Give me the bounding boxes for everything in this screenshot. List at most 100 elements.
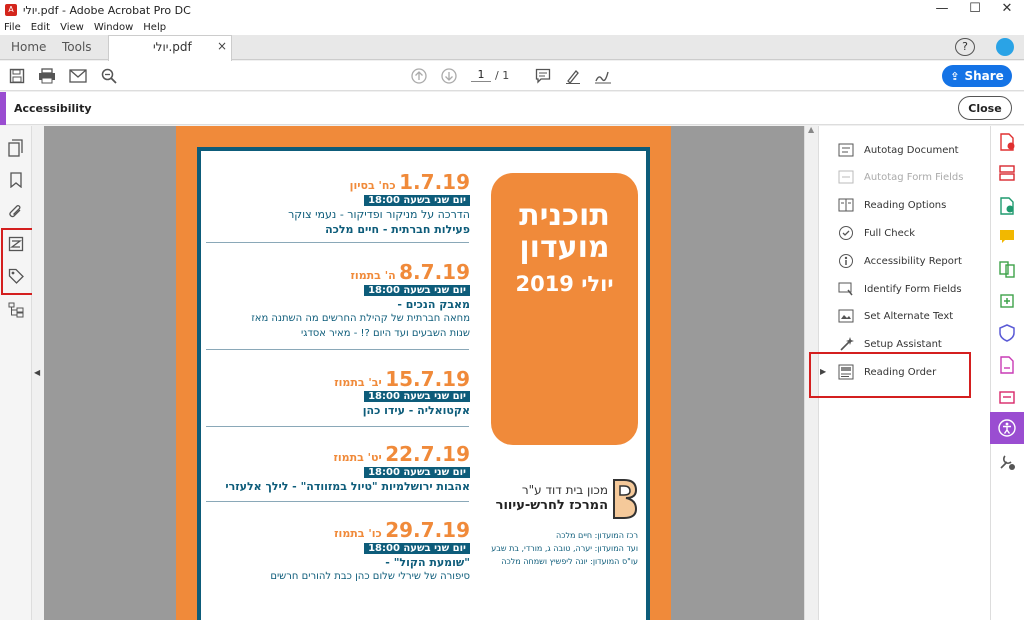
close-panel-button[interactable]: Close — [958, 96, 1012, 120]
credits-line2: ועד המועדון: יערה, טובה ג, מורדי, בת שבע — [491, 544, 638, 553]
tab-document-label: יולי.pdf — [153, 40, 192, 54]
accessibility-report-label: Accessibility Report — [864, 255, 962, 267]
pdf-title-line3: יולי 2019 — [515, 272, 614, 296]
event-1-hebrew-date: כח' בסיון — [349, 179, 396, 192]
event-1-header: 1.7.19 כח' בסיון — [240, 170, 470, 194]
accessibility-tool-active[interactable] — [990, 412, 1024, 444]
page-number-input[interactable]: 1 — [471, 68, 491, 82]
page-thumbnails-icon[interactable] — [6, 138, 26, 158]
set-alternate-text-label: Set Alternate Text — [864, 310, 954, 322]
panel-title: Accessibility — [14, 102, 92, 115]
event-4-time-row: יום שני בשעה 18:00 — [240, 465, 470, 478]
credits-line3: עו"ס המועדון: יונה ליפשיץ ושמחה מלכה — [501, 557, 638, 566]
event-4-date: 22.7.19 — [385, 442, 470, 466]
autotag-form-fields-item[interactable]: Autotag Form Fields — [836, 167, 963, 187]
attachments-icon[interactable] — [6, 202, 26, 222]
setup-assistant-item[interactable]: Setup Assistant — [836, 334, 942, 354]
check-circle-icon — [836, 225, 856, 241]
event-divider-3 — [206, 426, 469, 427]
event-4-header: 22.7.19 יט' בתמוז — [240, 442, 470, 466]
event-2-time: יום שני בשעה 18:00 — [364, 285, 470, 296]
combine-files-icon[interactable] — [996, 290, 1018, 312]
event-5-date: 29.7.19 — [385, 518, 470, 542]
event-3-date: 15.7.19 — [385, 367, 470, 391]
avatar[interactable] — [996, 38, 1014, 56]
event-divider-4 — [206, 501, 469, 502]
menu-view[interactable]: View — [60, 22, 84, 33]
accessibility-icon — [998, 419, 1016, 437]
save-icon[interactable] — [6, 65, 28, 87]
panel-color-bar — [0, 92, 6, 125]
identify-form-fields-item[interactable]: Identify Form Fields — [836, 279, 962, 299]
highlight-pen-icon[interactable] — [562, 65, 584, 87]
create-pdf-icon[interactable] — [996, 131, 1018, 153]
event-3-hebrew-date: יב' בתמוז — [334, 376, 382, 389]
accessibility-report-item[interactable]: Accessibility Report — [836, 251, 962, 271]
pdf-title-line2: מועדון — [519, 230, 610, 265]
reading-options-item[interactable]: Reading Options — [836, 195, 946, 215]
event-2-hebrew-date: ה' בתמוז — [350, 269, 396, 282]
event-5-time: יום שני בשעה 18:00 — [364, 543, 470, 554]
autotag-document-item[interactable]: Autotag Document — [836, 140, 959, 160]
tab-document[interactable]: יולי.pdf × — [108, 35, 232, 61]
more-tools-icon[interactable] — [996, 451, 1018, 473]
close-tab-icon[interactable]: × — [217, 39, 227, 53]
event-2-time-row: יום שני בשעה 18:00 — [240, 283, 470, 296]
full-check-label: Full Check — [864, 227, 916, 239]
autotag-form-icon — [836, 169, 856, 185]
stamp-tool-icon[interactable] — [996, 386, 1018, 408]
organize-pages-icon[interactable] — [996, 162, 1018, 184]
reading-options-icon — [836, 197, 856, 213]
event-5-line1: "שומעת הקול" - — [385, 556, 470, 569]
org-logo — [612, 478, 638, 520]
protect-shield-icon[interactable] — [996, 322, 1018, 344]
maximize-button[interactable]: ☐ — [958, 0, 992, 20]
previous-page-icon[interactable] — [408, 65, 430, 87]
event-5-time-row: יום שני בשעה 18:00 — [240, 541, 470, 554]
menu-edit[interactable]: Edit — [31, 22, 50, 33]
export-pdf-icon[interactable] — [996, 195, 1018, 217]
tab-home[interactable]: Home — [11, 35, 46, 60]
scroll-up-icon[interactable]: ▲ — [808, 125, 814, 134]
event-3-line1: אקטואליה - עידו כהן — [362, 404, 470, 417]
left-collapse-handle[interactable]: ◀ — [32, 126, 44, 620]
menu-window[interactable]: Window — [94, 22, 133, 33]
reading-options-label: Reading Options — [864, 199, 947, 211]
event-4-hebrew-date: יט' בתמוז — [333, 451, 382, 464]
share-button[interactable]: ⇪ Share — [942, 65, 1012, 87]
help-icon[interactable]: ? — [955, 38, 975, 56]
close-window-button[interactable]: ✕ — [990, 0, 1024, 20]
event-2-line2: מחאה חברתית של קהילת החרשים מה השתנה מאז — [251, 313, 470, 324]
full-check-item[interactable]: Full Check — [836, 223, 915, 243]
menu-file[interactable]: File — [4, 22, 21, 33]
bookmarks-icon[interactable] — [6, 170, 26, 190]
autotag-icon — [836, 142, 856, 158]
fill-sign-icon[interactable] — [592, 65, 614, 87]
acrobat-app-icon: A — [5, 4, 17, 16]
order-panel-icon[interactable] — [6, 300, 26, 320]
event-3-time-row: יום שני בשעה 18:00 — [240, 389, 470, 402]
pdf-title-line1: תוכנית — [519, 198, 610, 233]
minimize-button[interactable]: — — [925, 0, 959, 20]
window-titlebar: A יולי.pdf - Adobe Acrobat Pro DC — [0, 0, 1024, 20]
set-alternate-text-item[interactable]: Set Alternate Text — [836, 306, 953, 326]
email-icon[interactable] — [67, 65, 89, 87]
event-2-date: 8.7.19 — [399, 260, 470, 284]
share-icon: ⇪ — [950, 69, 960, 83]
event-5-header: 29.7.19 כו' בתמוז — [240, 518, 470, 542]
comment-icon[interactable] — [532, 65, 554, 87]
zoom-search-icon[interactable] — [98, 65, 120, 87]
main-toolbar: 1 / 1 — [0, 61, 1024, 91]
autotag-document-label: Autotag Document — [864, 144, 959, 156]
comment-tool-icon[interactable] — [996, 226, 1018, 248]
event-divider-2 — [206, 349, 469, 350]
tab-tools[interactable]: Tools — [62, 35, 92, 60]
print-icon[interactable] — [36, 65, 58, 87]
fill-sign-tool-icon[interactable] — [996, 354, 1018, 376]
event-4-line1: אהבות ירושלמיות "טיול במזוודה" - לילך אל… — [225, 480, 470, 493]
next-page-icon[interactable] — [438, 65, 460, 87]
highlight-box-reading-order — [809, 352, 971, 398]
credits-line1: רכז המועדון: חיים מלכה — [556, 531, 638, 540]
menu-help[interactable]: Help — [143, 22, 166, 33]
compare-files-icon[interactable] — [996, 258, 1018, 280]
